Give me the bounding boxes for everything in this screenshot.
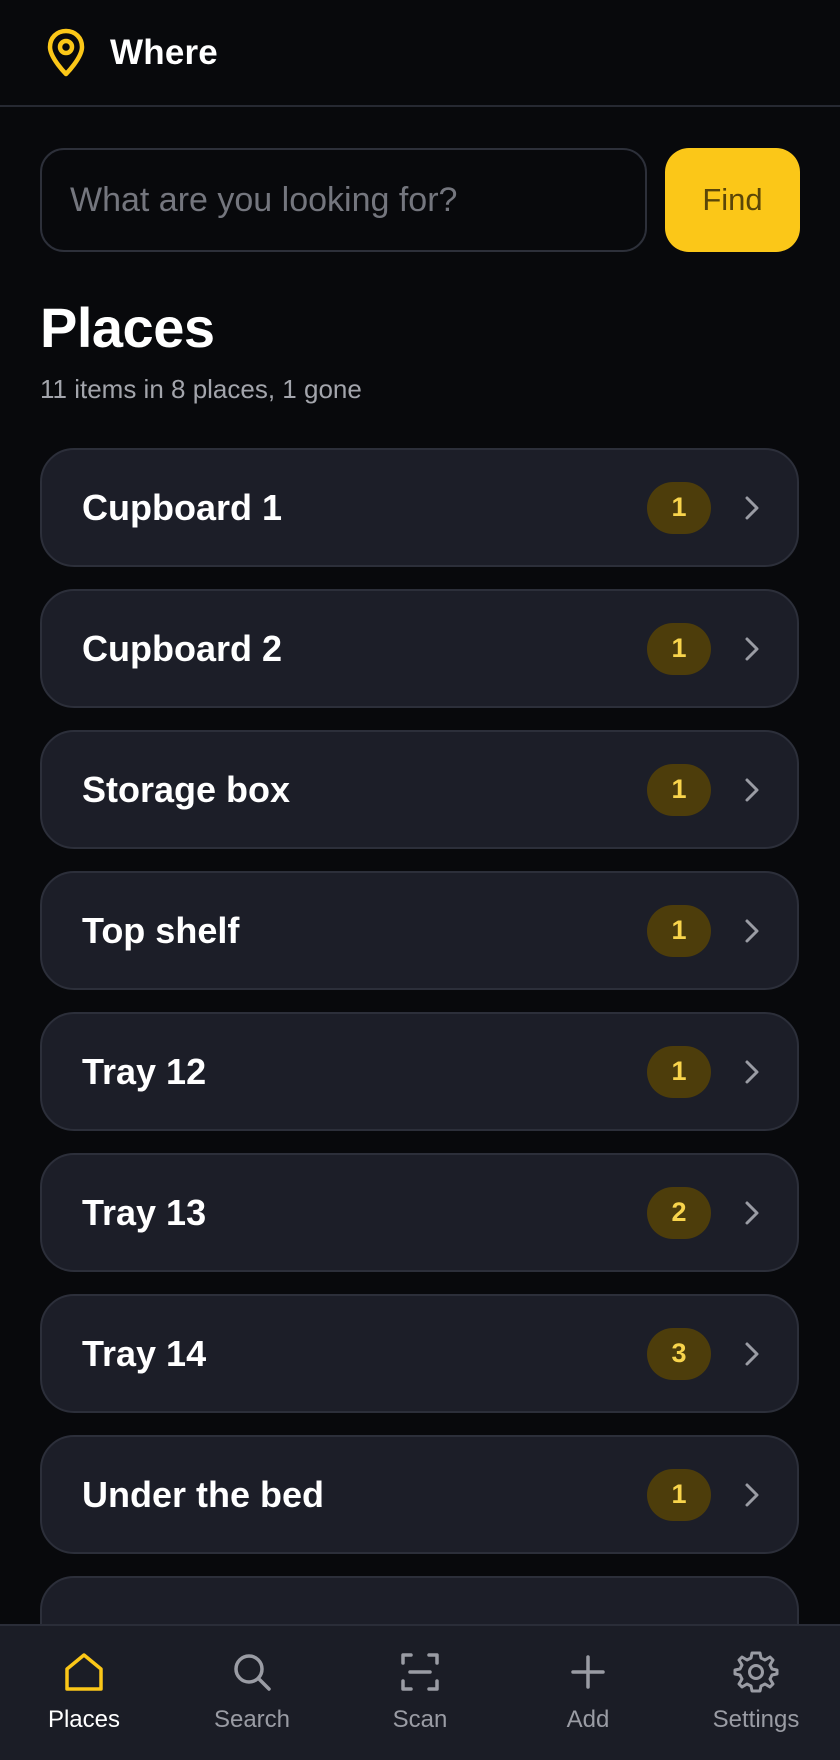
- place-name: Tray 12: [82, 1050, 207, 1092]
- place-item[interactable]: Cupboard 1 1: [40, 448, 799, 567]
- nav-label: Scan: [392, 1706, 448, 1733]
- nav-label: Places: [47, 1706, 121, 1733]
- chevron-right-icon: [741, 1057, 763, 1087]
- nav-search[interactable]: Search: [168, 1626, 336, 1760]
- nav-settings[interactable]: Settings: [672, 1626, 840, 1760]
- chevron-right-icon: [741, 1339, 763, 1369]
- find-button[interactable]: Find: [665, 148, 800, 252]
- item-count-badge: 3: [647, 1327, 711, 1380]
- item-count-badge: 1: [647, 1045, 711, 1098]
- search-bar: Find: [40, 148, 800, 252]
- item-count-badge: 1: [647, 1468, 711, 1521]
- nav-scan[interactable]: Scan: [336, 1626, 504, 1760]
- place-name: Tray 14: [82, 1332, 207, 1374]
- chevron-right-icon: [741, 916, 763, 946]
- plus-icon: [564, 1648, 612, 1696]
- nav-label: Search: [213, 1706, 291, 1733]
- nav-label: Add: [566, 1706, 610, 1733]
- places-heading: Places 11 items in 8 places, 1 gone: [40, 296, 362, 405]
- item-count-badge: 1: [647, 763, 711, 816]
- place-name: Cupboard 2: [82, 627, 283, 669]
- search-input[interactable]: [40, 148, 647, 252]
- item-count-badge: 1: [647, 622, 711, 675]
- search-icon: [228, 1648, 276, 1696]
- top-bar: Where: [0, 0, 840, 107]
- place-name: Under the bed: [82, 1473, 325, 1515]
- chevron-right-icon: [741, 634, 763, 664]
- place-name: Tray 13: [82, 1191, 207, 1233]
- place-item[interactable]: Under the bed 1: [40, 1435, 799, 1554]
- item-count-badge: 1: [647, 481, 711, 534]
- place-name: Cupboard 1: [82, 486, 283, 528]
- app-screen: Where Find Places 11 items in 8 places, …: [0, 0, 840, 1760]
- chevron-right-icon: [741, 1480, 763, 1510]
- place-name: Top shelf: [82, 909, 240, 951]
- nav-label: Settings: [712, 1706, 800, 1733]
- scan-icon: [396, 1648, 444, 1696]
- nav-places[interactable]: Places: [0, 1626, 168, 1760]
- bottom-nav: Places Search Scan Add Settings: [0, 1624, 840, 1760]
- chevron-right-icon: [741, 493, 763, 523]
- place-item[interactable]: Top shelf 1: [40, 871, 799, 990]
- item-count-badge: 1: [647, 904, 711, 957]
- item-count-badge: 2: [647, 1186, 711, 1239]
- page-title: Places: [40, 296, 215, 359]
- nav-add[interactable]: Add: [504, 1626, 672, 1760]
- place-item[interactable]: Cupboard 2 1: [40, 589, 799, 708]
- gear-icon: [732, 1648, 780, 1696]
- places-list: Cupboard 1 1 Cupboard 2 1 Storage box 1 …: [40, 448, 799, 1695]
- place-item[interactable]: Tray 12 1: [40, 1012, 799, 1131]
- place-item[interactable]: Tray 14 3: [40, 1294, 799, 1413]
- home-icon: [60, 1648, 108, 1696]
- chevron-right-icon: [741, 1198, 763, 1228]
- map-pin-icon: [44, 26, 88, 80]
- place-name: Storage box: [82, 768, 291, 810]
- chevron-right-icon: [741, 775, 763, 805]
- place-item[interactable]: Tray 13 2: [40, 1153, 799, 1272]
- app-title: Where: [110, 32, 218, 72]
- place-item[interactable]: Storage box 1: [40, 730, 799, 849]
- places-summary: 11 items in 8 places, 1 gone: [40, 374, 362, 404]
